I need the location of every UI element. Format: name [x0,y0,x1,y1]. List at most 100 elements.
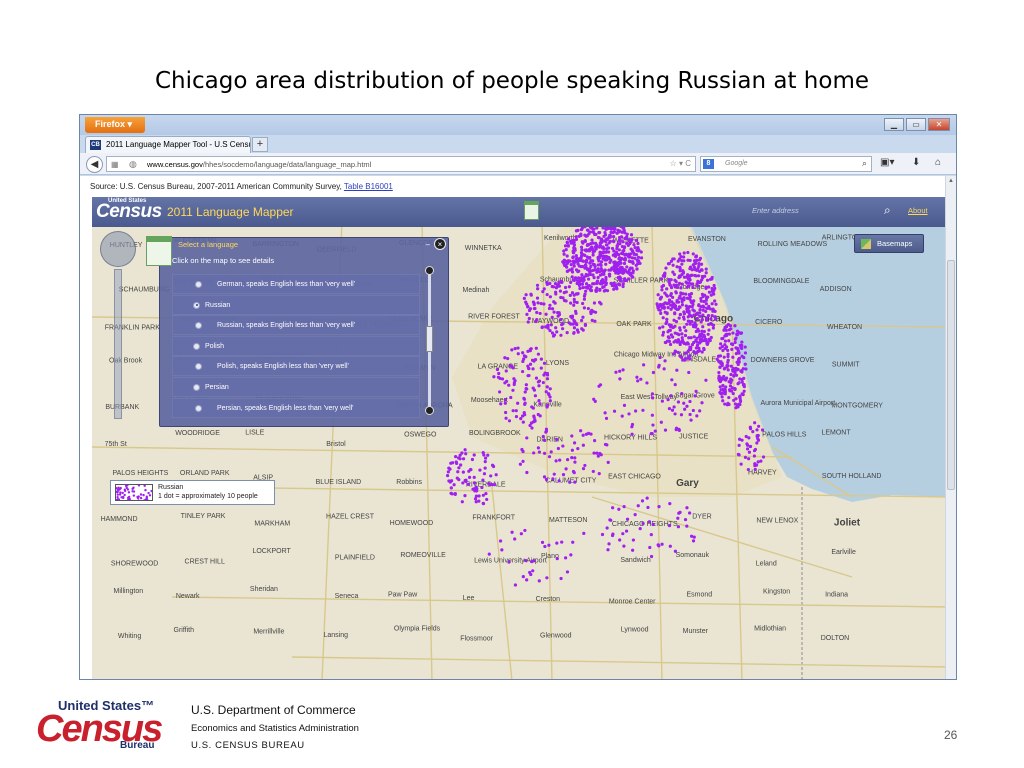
population-dot [669,259,674,263]
population-dot [597,471,601,476]
bookmark-grid-icon[interactable]: ▦ [111,160,119,169]
radio-button[interactable] [195,363,202,371]
population-dot [581,328,585,332]
population-dot [614,370,618,374]
basemaps-button[interactable]: Basemaps [854,234,924,253]
population-dot [576,259,580,263]
population-dot [579,429,583,433]
zoom-slider[interactable] [114,269,122,419]
language-item[interactable]: Russian, speaks English less than 'very … [172,315,420,336]
slide-title: Chicago area distribution of people spea… [155,68,869,94]
map-label: FRANKFORT [472,515,515,522]
map-label: Aurora Municipal Airport [761,400,836,407]
population-dot [682,315,686,319]
population-dot [555,330,559,334]
population-dot [531,569,535,573]
home-icon[interactable]: ⌂ [935,157,941,168]
population-dot [660,285,664,289]
population-dot [559,295,563,300]
radio-button[interactable] [195,322,202,330]
population-dot [569,280,573,285]
population-dot [618,538,622,542]
language-item[interactable]: Polish, speaks English less than 'very w… [172,356,420,377]
scroll-thumb[interactable] [947,260,955,490]
new-tab-button[interactable]: + [252,137,268,152]
source-link[interactable]: Table B16001 [344,182,393,191]
population-dot [694,254,698,258]
population-dot [560,280,564,284]
pan-control[interactable] [100,231,136,267]
population-dot [731,342,735,347]
population-dot [569,301,573,305]
population-dot [636,255,641,259]
panel-scroll-thumb[interactable] [426,326,433,352]
population-dot [521,351,525,355]
panel-minimize-button[interactable]: – [426,240,430,249]
page-scrollbar[interactable]: ▲ [945,176,956,679]
radio-button[interactable] [193,342,200,350]
language-item[interactable]: German, speaks English less than 'very w… [172,274,420,294]
population-dot [552,472,556,476]
census-logo: Census [96,201,162,222]
minimize-icon[interactable]: ▁ [884,118,904,131]
calendar-icon[interactable] [524,201,539,220]
population-dot [668,278,672,282]
firefox-menu-button[interactable]: Firefox ▾ [85,117,145,133]
population-dot [566,259,570,263]
population-dot [686,277,691,281]
population-dot [530,560,534,564]
maximize-icon[interactable]: ▭ [906,118,926,131]
back-arrow-icon[interactable]: ◀ [86,156,103,173]
population-dot [565,330,569,335]
radio-button[interactable] [193,301,200,309]
population-dot [687,311,691,315]
radio-button[interactable] [195,404,202,412]
tab-language-mapper[interactable]: CB 2011 Language Mapper Tool - U.S Censu… [85,136,251,153]
address-search-icon[interactable]: ⌕ [884,203,891,218]
population-dot [570,315,574,319]
population-dot [483,460,487,464]
population-dot [618,239,622,243]
bookmarks-icon[interactable]: ▣▾ [880,157,894,168]
scroll-up-icon[interactable]: ▲ [948,178,954,184]
population-dot [507,419,512,423]
language-item[interactable]: Polish [172,335,420,356]
reload-icon[interactable]: ☆ ▾ C [670,159,691,168]
population-dot [739,462,743,466]
search-icon[interactable]: ⌕ [862,158,867,169]
map-label: EVANSTON [688,236,726,243]
map-label: Glenwood [540,633,572,640]
legend-desc: 1 dot = approximately 10 people [158,493,258,500]
map-label: NEW LENOX [756,517,798,524]
population-dot [518,462,522,466]
language-item[interactable]: Persian, speaks English less than 'very … [172,397,420,418]
language-item[interactable]: Russian [172,294,420,315]
population-dot [663,291,667,295]
population-dot [460,500,464,504]
radio-button[interactable] [195,281,202,288]
url-bar[interactable]: ▦ ◍ www.census.gov/hhes/socdemo/language… [106,156,696,172]
map-label: DYER [692,513,711,520]
population-dot [725,324,729,328]
population-dot [513,346,517,351]
radio-button[interactable] [193,383,200,391]
address-input[interactable]: Enter address [752,203,872,219]
language-item[interactable]: Persian [172,376,420,397]
population-dot [641,408,645,412]
browser-window: Firefox ▾ ▁ ▭ ✕ CB 2011 Language Mapper … [79,114,957,680]
search-input[interactable]: 8 Google ⌕ [700,156,872,172]
population-dot [707,304,711,308]
population-dot [673,549,678,553]
population-dot [535,310,539,315]
about-link[interactable]: About [908,206,928,215]
download-icon[interactable]: ⬇ [912,157,920,168]
map-area[interactable]: HUNTLEYALGONQUINBARRINGTONDEERFIELDGLENC… [92,197,949,679]
panel-close-button[interactable]: × [434,238,446,250]
population-dot [595,451,599,455]
close-window-icon[interactable]: ✕ [928,118,950,131]
population-dot [636,504,640,508]
google-icon[interactable]: 8 [703,159,714,169]
panel-scroll-up[interactable] [425,266,434,275]
panel-scroll-down[interactable] [425,406,434,415]
population-dot [499,402,503,406]
